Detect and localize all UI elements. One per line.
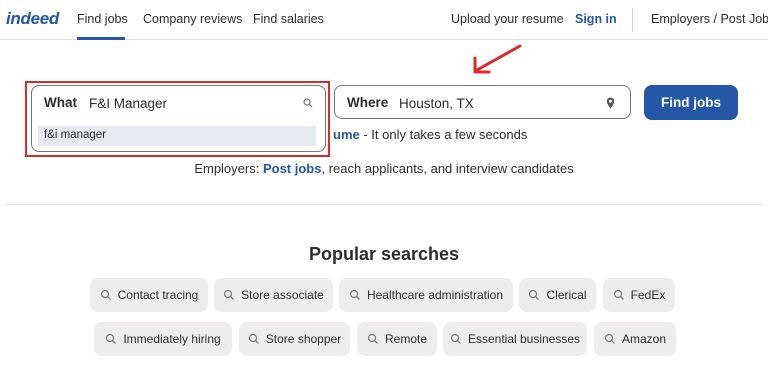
employers-prefix: Employers: xyxy=(194,161,263,176)
popular-search-pill[interactable]: Amazon xyxy=(594,322,676,356)
nav-company-reviews[interactable]: Company reviews xyxy=(143,12,242,26)
top-nav-bar: indeed Find jobs Company reviews Find sa… xyxy=(0,0,768,40)
pill-label: Remote xyxy=(384,332,428,346)
popular-search-pill[interactable]: Essential businesses xyxy=(443,322,587,356)
nav-find-salaries[interactable]: Find salaries xyxy=(253,12,324,26)
where-input[interactable] xyxy=(399,92,589,114)
search-icon xyxy=(529,289,540,300)
popular-search-pill[interactable]: Store associate xyxy=(214,278,333,312)
search-icon xyxy=(224,289,235,300)
pill-label: Amazon xyxy=(621,332,667,346)
search-icon xyxy=(604,333,615,344)
where-label: Where xyxy=(347,95,389,110)
search-icon xyxy=(100,289,111,300)
active-tab-indicator xyxy=(77,37,125,40)
nav-divider xyxy=(632,8,633,32)
red-arrow-annotation xyxy=(473,44,522,74)
employers-text: Employers: Post jobs, reach applicants, … xyxy=(0,161,768,176)
popular-search-pill[interactable]: Contact tracing xyxy=(90,278,208,312)
pill-label: Essential businesses xyxy=(467,332,581,346)
pill-label: FedEx xyxy=(630,288,666,302)
indeed-logo[interactable]: indeed xyxy=(6,9,59,29)
pill-label: Store shopper xyxy=(265,332,342,346)
popular-search-pill[interactable]: Remote xyxy=(357,322,437,356)
red-highlight-box xyxy=(25,81,330,157)
sign-in-link[interactable]: Sign in xyxy=(575,12,617,26)
popular-searches-title: Popular searches xyxy=(308,244,460,264)
post-jobs-link[interactable]: Post jobs xyxy=(263,161,322,176)
search-icon xyxy=(450,333,461,344)
resume-upload-text: ume - It only takes a few seconds xyxy=(333,127,527,142)
popular-search-pill[interactable]: Store shopper xyxy=(239,322,350,356)
nav-find-jobs[interactable]: Find jobs xyxy=(77,12,128,26)
search-icon xyxy=(248,333,259,344)
popular-search-pill[interactable]: Clerical xyxy=(519,278,596,312)
section-divider xyxy=(6,204,762,205)
employers-suffix: , reach applicants, and interview candid… xyxy=(321,161,574,176)
where-search-box[interactable]: Where xyxy=(334,85,631,119)
resume-line-text: - It only takes a few seconds xyxy=(359,127,528,142)
pill-label: Store associate xyxy=(241,288,324,302)
employers-post-job-link[interactable]: Employers / Post Job xyxy=(651,12,768,26)
popular-search-pill[interactable]: FedEx xyxy=(603,278,675,312)
find-jobs-button[interactable]: Find jobs xyxy=(644,85,738,120)
search-icon xyxy=(106,333,117,344)
pill-label: Healthcare administration xyxy=(366,288,504,302)
search-icon xyxy=(349,289,360,300)
pill-label: Immediately hiring xyxy=(123,332,221,346)
pill-label: Clerical xyxy=(546,288,587,302)
popular-search-pill[interactable]: Immediately hiring xyxy=(94,322,232,356)
location-pin-icon xyxy=(606,97,615,109)
resume-link[interactable]: ume xyxy=(333,127,360,142)
popular-search-pill[interactable]: Healthcare administration xyxy=(339,278,513,312)
upload-resume-link[interactable]: Upload your resume xyxy=(451,12,564,26)
pill-label: Contact tracing xyxy=(117,288,199,302)
search-icon xyxy=(367,333,378,344)
search-icon xyxy=(613,289,624,300)
